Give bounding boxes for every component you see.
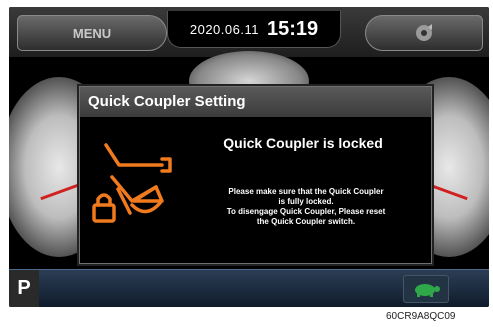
gear-indicator: P bbox=[9, 270, 39, 307]
instruction-line: is fully locked. bbox=[278, 197, 334, 206]
instruction-line: Please make sure that the Quick Coupler bbox=[228, 187, 384, 196]
date-time-display: 2020.06.11 15:19 bbox=[167, 11, 341, 48]
instruction-line: To disengage Quick Coupler, Please reset bbox=[226, 207, 386, 216]
time-text: 15:19 bbox=[266, 17, 319, 40]
audio-icon bbox=[416, 24, 432, 41]
lock-status-message: Quick Coupler is locked bbox=[223, 135, 383, 151]
turtle-icon bbox=[415, 284, 440, 297]
instruction-line: the Quick Coupler switch. bbox=[256, 217, 356, 226]
menu-button[interactable]: MENU bbox=[17, 15, 167, 51]
travel-mode-indicator bbox=[403, 275, 449, 303]
audio-button[interactable] bbox=[365, 15, 483, 51]
figure-caption: 60CR9A8QC09 bbox=[386, 311, 456, 322]
instruction-message: Please make sure that the Quick Coupler … bbox=[188, 187, 424, 227]
dialog-body: Quick Coupler is locked Please make sure… bbox=[80, 117, 431, 262]
date-text: 2020.06.11 bbox=[189, 21, 259, 37]
quick-coupler-lock-icon bbox=[92, 143, 172, 223]
quick-coupler-dialog: Quick Coupler Setting Quick Coupler is l… bbox=[79, 86, 432, 264]
dialog-title: Quick Coupler Setting bbox=[80, 87, 431, 117]
